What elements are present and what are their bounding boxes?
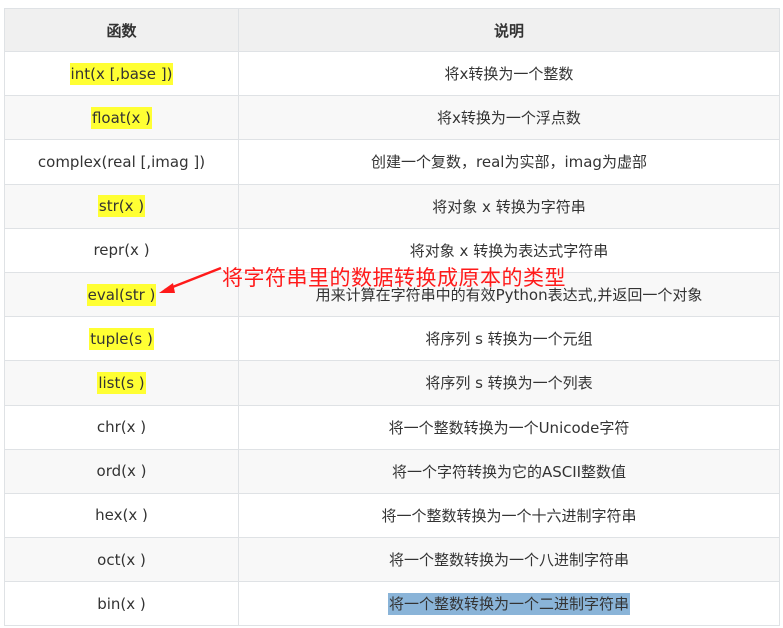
function-name: tuple(s )	[89, 327, 154, 350]
function-description: 将对象 x 转换为表达式字符串	[409, 241, 609, 260]
function-name: oct(x )	[97, 550, 146, 569]
description-cell: 将一个整数转换为一个八进制字符串	[238, 537, 780, 583]
function-cell: ord(x )	[4, 448, 239, 494]
table-row: str(x ) 将对象 x 转换为字符串	[4, 183, 780, 229]
function-description: 将一个字符转换为它的ASCII整数值	[391, 462, 627, 481]
function-name: float(x )	[90, 106, 153, 129]
table-row: ord(x ) 将一个字符转换为它的ASCII整数值	[4, 448, 780, 494]
function-cell: bin(x )	[4, 581, 239, 627]
function-name: hex(x )	[95, 506, 148, 525]
description-cell: 将一个整数转换为一个Unicode字符	[238, 404, 780, 450]
description-cell: 将序列 s 转换为一个列表	[238, 360, 780, 406]
table-row: hex(x ) 将一个整数转换为一个十六进制字符串	[4, 492, 780, 539]
function-table: 函数 说明 int(x [,base ]) 将x转换为一个整数 float(x ) 将…	[4, 8, 780, 627]
description-cell: 将x转换为一个浮点数	[238, 95, 780, 141]
function-name: list(s )	[97, 371, 146, 394]
function-description: 将序列 s 转换为一个列表	[425, 374, 593, 393]
table-row: int(x [,base ]) 将x转换为一个整数	[4, 50, 780, 97]
function-cell: list(s )	[4, 360, 239, 406]
function-cell: chr(x )	[4, 404, 239, 450]
function-description: 将一个整数转换为一个十六进制字符串	[381, 506, 637, 525]
function-cell: str(x )	[4, 183, 239, 229]
table-body: int(x [,base ]) 将x转换为一个整数 float(x ) 将x转换为一个…	[4, 50, 780, 627]
function-cell: hex(x )	[4, 492, 239, 539]
function-name: bin(x )	[97, 594, 146, 613]
function-name: repr(x )	[93, 241, 150, 260]
annotation-text: 将字符串里的数据转换成原本的类型	[222, 266, 566, 290]
function-table-container: 函数 说明 int(x [,base ]) 将x转换为一个整数 float(x ) 将…	[4, 8, 780, 627]
table-row: list(s ) 将序列 s 转换为一个列表	[4, 360, 780, 406]
function-description: 将一个整数转换为一个八进制字符串	[388, 551, 629, 570]
annotation-arrow	[159, 266, 222, 293]
table-row: float(x ) 将x转换为一个浮点数	[4, 95, 780, 141]
function-description: 将对象 x 转换为字符串	[432, 197, 586, 216]
function-name: int(x [,base ])	[69, 62, 174, 85]
function-cell: int(x [,base ])	[4, 50, 239, 97]
description-cell: 创建一个复数，real为实部，imag为虚部	[238, 139, 780, 185]
function-cell: complex(real [,imag ])	[4, 139, 239, 185]
description-cell: 将一个整数转换为一个二进制字符串	[238, 581, 780, 627]
description-cell: 将一个字符转换为它的ASCII整数值	[238, 448, 780, 494]
table-row: complex(real [,imag ]) 创建一个复数，real为实部，ima…	[4, 139, 780, 185]
header-description: 说明	[238, 8, 780, 52]
table-row: bin(x ) 将一个整数转换为一个二进制字符串	[4, 581, 780, 627]
table-row: oct(x ) 将一个整数转换为一个八进制字符串	[4, 537, 780, 583]
function-description: 将一个整数转换为一个二进制字符串	[387, 593, 630, 616]
function-name: eval(str )	[86, 283, 157, 306]
header-function: 函数	[4, 8, 239, 52]
function-name: str(x )	[97, 195, 146, 218]
function-description: 将一个整数转换为一个Unicode字符	[388, 418, 630, 437]
table-row: tuple(s ) 将序列 s 转换为一个元组	[4, 316, 780, 362]
function-description: 将序列 s 转换为一个元组	[425, 330, 593, 349]
function-cell: float(x )	[4, 95, 239, 141]
function-name: chr(x )	[96, 418, 147, 437]
function-cell: oct(x )	[4, 537, 239, 583]
table-header-row: 函数 说明	[4, 8, 780, 52]
function-cell: tuple(s )	[4, 316, 239, 362]
description-cell: 将x转换为一个整数	[238, 50, 780, 97]
function-description: 将x转换为一个浮点数	[437, 109, 581, 128]
description-cell: 将序列 s 转换为一个元组	[238, 316, 780, 362]
description-cell: 将一个整数转换为一个十六进制字符串	[238, 492, 780, 539]
function-description: 创建一个复数，real为实部，imag为虚部	[371, 153, 647, 172]
function-description: 将x转换为一个整数	[444, 65, 574, 84]
function-name: ord(x )	[96, 462, 147, 481]
table-row: chr(x ) 将一个整数转换为一个Unicode字符	[4, 404, 780, 450]
function-name: complex(real [,imag ])	[37, 152, 206, 171]
description-cell: 将对象 x 转换为字符串	[238, 183, 780, 229]
